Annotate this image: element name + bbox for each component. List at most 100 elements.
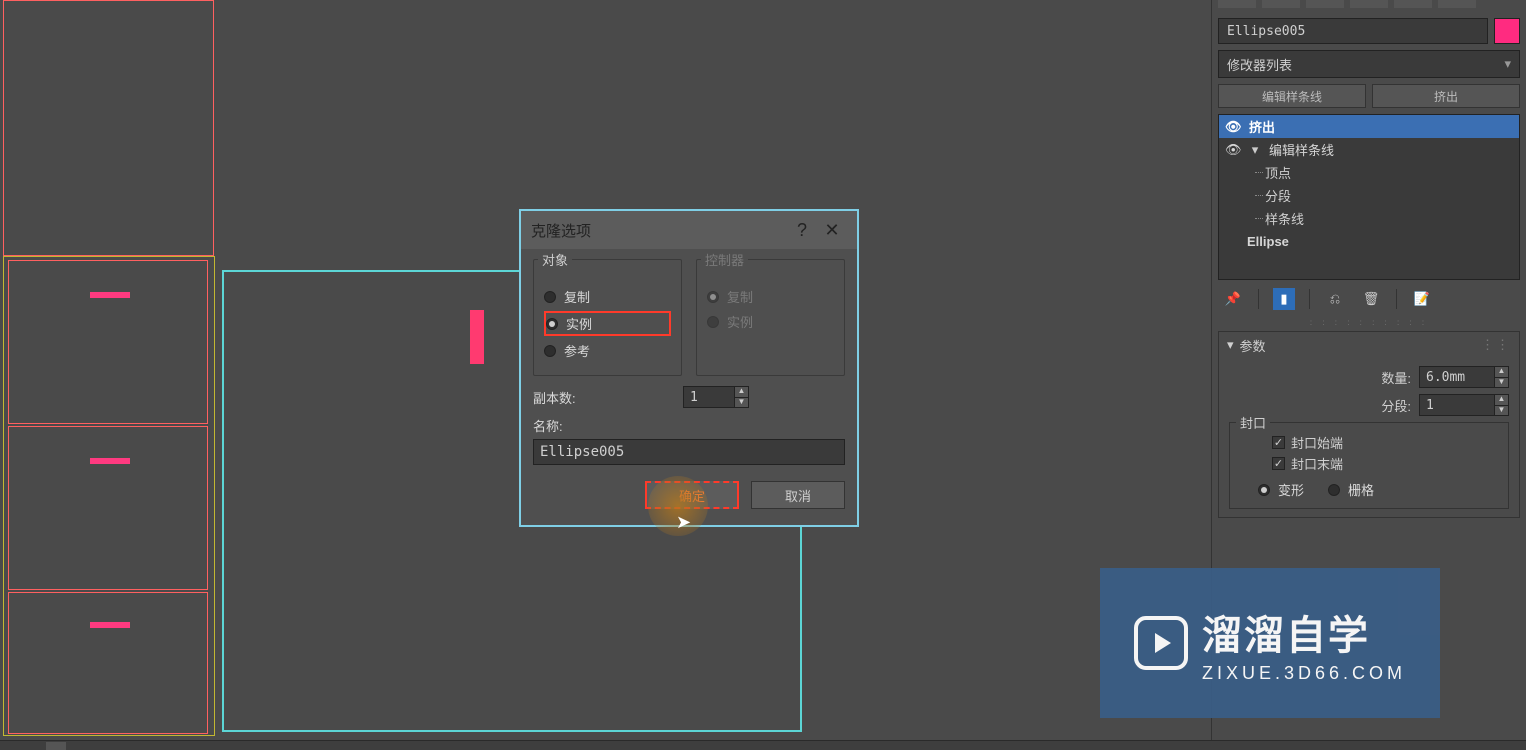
expand-icon[interactable]: ▾ [1249,142,1261,158]
checkbox-icon: ✓ [1272,436,1285,449]
copies-label: 副本数: [533,388,673,407]
dialog-body: 对象 复制 实例 参考 控制器 复制 [521,249,857,525]
rollout-grip-icon[interactable]: ⋮⋮ [1481,337,1511,353]
close-button[interactable]: ✕ [817,220,847,241]
modifier-list-label: 修改器列表 [1227,55,1292,74]
stack-label: 编辑样条线 [1269,140,1334,159]
tab-hierarchy-icon[interactable] [1306,0,1344,8]
radio-reference[interactable]: 参考 [544,340,671,361]
radio-copy[interactable]: 复制 [544,286,671,307]
command-panel-tabs[interactable] [1212,0,1526,12]
object-group: 对象 复制 实例 参考 [533,259,682,376]
segments-spinner[interactable]: 1 ▲▼ [1419,394,1509,416]
spinner-up-icon[interactable]: ▲ [734,387,748,397]
watermark-url: ZIXUE.3D66.COM [1202,663,1406,684]
controller-group: 控制器 复制 实例 [696,259,845,376]
group-title-controller: 控制器 [701,250,748,269]
radio-label: 栅格 [1348,480,1374,499]
make-unique-icon[interactable]: ⎌ [1324,288,1346,310]
visibility-icon[interactable]: 👁 [1225,119,1241,135]
stack-label: 分段 [1265,186,1291,205]
geometry-handle [90,458,130,464]
radio-icon [546,318,558,330]
modifier-list-dropdown[interactable]: 修改器列表 [1218,50,1520,78]
viewport-pane-top-left[interactable] [3,0,214,256]
tab-modify-icon[interactable] [1262,0,1300,8]
group-title-object: 对象 [538,250,572,269]
ok-button[interactable]: 确定 [645,481,739,509]
rollout-header[interactable]: ▾ 参数 ⋮⋮ [1219,332,1519,358]
modifier-stack[interactable]: 👁 挤出 👁 ▾ 编辑样条线 顶点 分段 样条线 Ellipse [1218,114,1520,280]
rollout-twisty-icon: ▾ [1227,337,1234,353]
geometry-outline [8,426,208,590]
stack-label: 样条线 [1265,209,1304,228]
radio-icon [707,316,719,328]
radio-icon [1328,484,1340,496]
radio-label: 变形 [1278,480,1304,499]
radio-icon [707,291,719,303]
geometry-handle [90,292,130,298]
spinner-up-icon[interactable]: ▲ [1494,367,1508,377]
segments-label: 分段: [1381,396,1411,415]
cancel-button[interactable]: 取消 [751,481,845,509]
clone-options-dialog: 克隆选项 ? ✕ 对象 复制 实例 参考 控制器 [519,209,859,527]
geometry-handle [90,622,130,628]
checkbox-label: 封口末端 [1291,454,1343,473]
radio-morph[interactable]: 变形 [1258,479,1304,500]
spinner-down-icon[interactable]: ▼ [734,397,748,407]
radio-icon [544,291,556,303]
checkbox-cap-start[interactable]: ✓ 封口始端 [1272,433,1498,452]
stack-sub-segment[interactable]: 分段 [1219,184,1519,207]
tab-create-icon[interactable] [1218,0,1256,8]
amount-value[interactable]: 6.0mm [1420,370,1494,385]
radio-icon [1258,484,1270,496]
quick-modifier-extrude[interactable]: 挤出 [1372,84,1520,108]
rollout-title: 参数 [1240,336,1266,355]
name-input[interactable] [533,439,845,465]
panel-drag-handle[interactable]: : : : : : : : : : : [1212,318,1526,327]
statusbar-button[interactable] [46,742,66,750]
tab-motion-icon[interactable] [1350,0,1388,8]
radio-controller-copy: 复制 [707,286,834,307]
show-end-result-icon[interactable]: ▮ [1273,288,1295,310]
delete-modifier-icon[interactable]: 🗑 [1360,288,1382,310]
spinner-down-icon[interactable]: ▼ [1494,405,1508,415]
segments-value[interactable]: 1 [1420,398,1494,413]
stack-item-base[interactable]: Ellipse [1219,230,1519,253]
radio-label: 复制 [564,287,590,306]
dialog-titlebar[interactable]: 克隆选项 ? ✕ [521,211,857,249]
stack-label: Ellipse [1247,234,1289,249]
tab-utilities-icon[interactable] [1438,0,1476,8]
stack-sub-vertex[interactable]: 顶点 [1219,161,1519,184]
stack-sub-spline[interactable]: 样条线 [1219,207,1519,230]
stack-item-editspline[interactable]: 👁 ▾ 编辑样条线 [1219,138,1519,161]
radio-label: 实例 [727,312,753,331]
radio-instance[interactable]: 实例 [544,311,671,336]
param-amount: 数量: 6.0mm ▲▼ [1229,366,1509,388]
checkbox-cap-end[interactable]: ✓ 封口末端 [1272,454,1498,473]
checkbox-icon: ✓ [1272,457,1285,470]
copies-row: 副本数: 1 ▲▼ [533,386,845,408]
dialog-title: 克隆选项 [531,220,787,241]
quick-modifier-editspline[interactable]: 编辑样条线 [1218,84,1366,108]
radio-icon [544,345,556,357]
spinner-down-icon[interactable]: ▼ [1494,377,1508,387]
visibility-icon[interactable]: 👁 [1225,142,1241,158]
radio-label: 实例 [566,314,592,333]
param-segments: 分段: 1 ▲▼ [1229,394,1509,416]
copies-value[interactable]: 1 [684,390,734,405]
watermark-logo-icon [1134,616,1188,670]
spinner-up-icon[interactable]: ▲ [1494,395,1508,405]
configure-sets-icon[interactable]: 📝 [1411,288,1433,310]
radio-controller-instance: 实例 [707,311,834,332]
pin-icon[interactable]: 📌 [1222,288,1244,310]
object-name-field[interactable]: Ellipse005 [1218,18,1488,44]
copies-spinner[interactable]: 1 ▲▼ [683,386,749,408]
object-color-swatch[interactable] [1494,18,1520,44]
radio-grid[interactable]: 栅格 [1328,479,1374,500]
amount-spinner[interactable]: 6.0mm ▲▼ [1419,366,1509,388]
tab-display-icon[interactable] [1394,0,1432,8]
stack-item-extrude[interactable]: 👁 挤出 [1219,115,1519,138]
rollout-parameters: ▾ 参数 ⋮⋮ 数量: 6.0mm ▲▼ 分段: 1 ▲▼ 封口 [1218,331,1520,518]
help-button[interactable]: ? [787,220,817,241]
